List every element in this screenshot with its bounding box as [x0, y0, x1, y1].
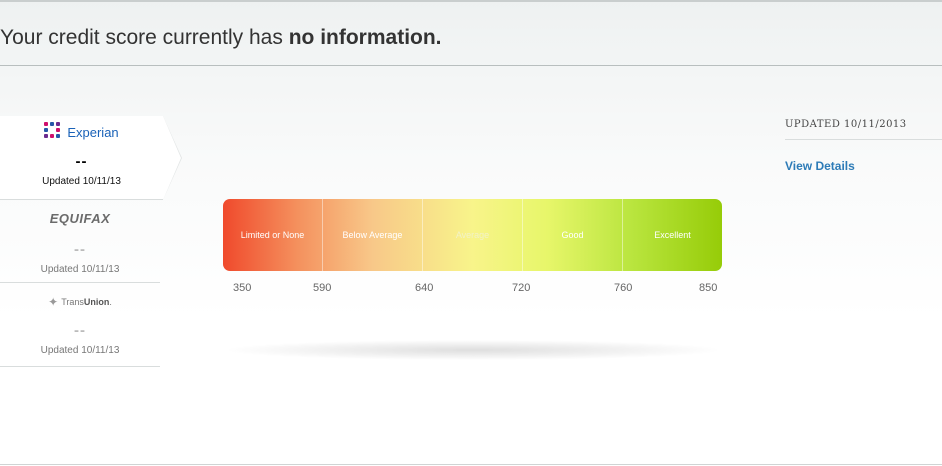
headline-emphasis: no information.: [288, 26, 442, 49]
gauge-segment-average: Average: [423, 199, 523, 271]
tab-equifax[interactable]: EQUIFAX -- Updated 10/11/13: [0, 200, 160, 283]
right-panel-divider: [785, 139, 942, 140]
tab-experian[interactable]: Experian -- Updated 10/11/13: [0, 116, 182, 200]
page-headline: Your credit score currently has no infor…: [0, 26, 442, 50]
gauge-tick: 350: [233, 282, 252, 294]
transunion-updated: Updated 10/11/13: [40, 345, 120, 356]
transunion-score: --: [74, 322, 86, 339]
experian-updated: Updated 10/11/13: [42, 176, 121, 187]
experian-logo: Experian: [0, 116, 163, 148]
gauge-tick: 640: [415, 282, 434, 294]
gauge-tick: 850: [699, 282, 718, 294]
gauge-segment-limited: Limited or None: [223, 199, 323, 271]
gauge-segment-below-average: Below Average: [323, 199, 423, 271]
credit-score-gauge: Limited or None Below Average Average Go…: [223, 199, 722, 271]
experian-logo-icon: [44, 122, 64, 142]
report-updated-label: UPDATED 10/11/2013: [785, 119, 907, 130]
top-border: [0, 0, 942, 2]
gauge-scale: 350 590 640 720 760 850: [0, 282, 942, 296]
experian-score: --: [75, 153, 88, 170]
headline-divider: [0, 65, 942, 66]
headline-prefix: Your credit score currently has: [0, 26, 289, 49]
gauge-segment-good: Good: [523, 199, 623, 271]
transunion-logo-icon: ✦: [48, 295, 59, 309]
bureau-tabs: Experian -- Updated 10/11/13 EQUIFAX -- …: [0, 116, 182, 367]
equifax-score: --: [74, 241, 86, 258]
view-details-link[interactable]: View Details: [785, 159, 855, 173]
gauge-shadow: [228, 340, 718, 360]
equifax-wordmark: EQUIFAX: [49, 210, 111, 226]
gauge-tick: 590: [313, 282, 332, 294]
transunion-wordmark: TransUnion.: [61, 297, 112, 307]
equifax-updated: Updated 10/11/13: [40, 264, 120, 275]
bottom-divider: [0, 464, 942, 465]
equifax-logo: EQUIFAX: [0, 200, 160, 236]
experian-wordmark: Experian: [67, 124, 119, 140]
gauge-tick: 720: [512, 282, 531, 294]
gauge-tick: 760: [614, 282, 633, 294]
gauge-segment-excellent: Excellent: [654, 230, 691, 240]
